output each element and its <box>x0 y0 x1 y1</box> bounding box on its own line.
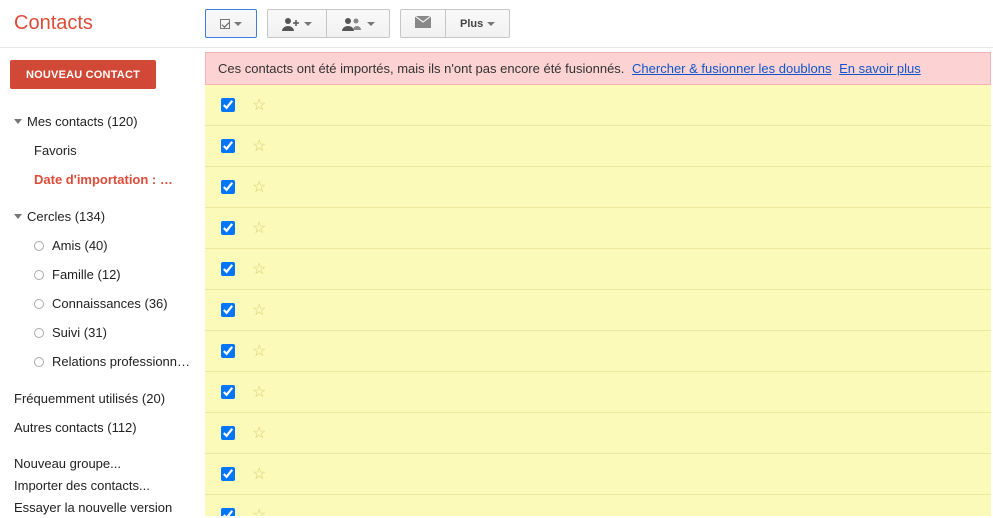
row-checkbox[interactable] <box>221 385 235 399</box>
envelope-icon <box>415 16 431 31</box>
sidebar-item-label: Famille (12) <box>52 267 121 282</box>
star-icon[interactable]: ☆ <box>252 423 266 443</box>
sidebar-actions: Nouveau groupe... Importer des contacts.… <box>10 452 205 518</box>
sidebar-item-label: Suivi (31) <box>52 325 107 340</box>
sidebar-item-circle[interactable]: Suivi (31) <box>10 318 205 347</box>
sidebar-item-label: Favoris <box>34 143 77 158</box>
sidebar-item-my-contacts[interactable]: Mes contacts (120) <box>10 107 205 136</box>
header: Contacts <box>0 0 993 48</box>
contact-row[interactable]: ☆ <box>205 331 991 372</box>
sidebar-item-import-date[interactable]: Date d'importation : … <box>10 165 205 194</box>
checkbox-icon <box>220 19 230 29</box>
banner-link-learn[interactable]: En savoir plus <box>839 61 921 76</box>
sidebar-action-try-new[interactable]: Essayer la nouvelle version <box>10 496 205 518</box>
contact-row[interactable]: ☆ <box>205 249 991 290</box>
toolbar: Plus <box>205 9 510 38</box>
contact-row[interactable]: ☆ <box>205 454 991 495</box>
more-actions-group: Plus <box>400 9 510 38</box>
main: Ces contacts ont été importés, mais ils … <box>205 48 993 516</box>
sidebar-item-circle[interactable]: Amis (40) <box>10 231 205 260</box>
contact-row[interactable]: ☆ <box>205 126 991 167</box>
star-icon[interactable]: ☆ <box>252 218 266 238</box>
email-button[interactable] <box>400 9 446 38</box>
star-icon[interactable]: ☆ <box>252 95 266 115</box>
sidebar-action-new-group[interactable]: Nouveau groupe... <box>10 452 205 474</box>
sidebar-item-circle[interactable]: Famille (12) <box>10 260 205 289</box>
star-icon[interactable]: ☆ <box>252 464 266 484</box>
contact-row[interactable]: ☆ <box>205 167 991 208</box>
contact-row[interactable]: ☆ <box>205 208 991 249</box>
row-checkbox[interactable] <box>221 262 235 276</box>
sidebar-item-circle[interactable]: Relations professionn… <box>10 347 205 376</box>
sidebar-item-other-contacts[interactable]: Autres contacts (112) <box>10 413 205 442</box>
chevron-down-icon <box>304 22 312 26</box>
chevron-down-icon <box>14 119 22 124</box>
nav-my-contacts-block: Mes contacts (120) Favoris Date d'import… <box>10 107 205 194</box>
chevron-down-icon <box>487 22 495 26</box>
sidebar-item-label: Mes contacts (120) <box>27 114 138 129</box>
circle-icon <box>34 357 44 367</box>
add-user-icon <box>282 17 300 31</box>
star-icon[interactable]: ☆ <box>252 136 266 156</box>
circle-icon <box>34 328 44 338</box>
star-icon[interactable]: ☆ <box>252 259 266 279</box>
groups-button[interactable] <box>327 9 390 38</box>
more-label: Plus <box>460 18 483 30</box>
circle-icon <box>34 299 44 309</box>
sidebar-item-label: Date d'importation : … <box>34 172 173 187</box>
select-all-dropdown[interactable] <box>205 9 257 38</box>
circles-children: Amis (40) Famille (12) Connaissances (36) S… <box>10 231 205 376</box>
star-icon[interactable]: ☆ <box>252 505 266 516</box>
row-checkbox[interactable] <box>221 344 235 358</box>
star-icon[interactable]: ☆ <box>252 300 266 320</box>
more-button[interactable]: Plus <box>446 9 510 38</box>
sidebar-item-circles[interactable]: Cercles (134) <box>10 202 205 231</box>
sidebar-item-label: Autres contacts (112) <box>14 420 137 435</box>
circle-icon <box>34 241 44 251</box>
star-icon[interactable]: ☆ <box>252 382 266 402</box>
sidebar-item-favorites[interactable]: Favoris <box>10 136 205 165</box>
sidebar-item-label: Cercles (134) <box>27 209 105 224</box>
contact-row[interactable]: ☆ <box>205 495 991 516</box>
sidebar-item-circle[interactable]: Connaissances (36) <box>10 289 205 318</box>
layout: NOUVEAU CONTACT Mes contacts (120) Favor… <box>0 48 993 516</box>
chevron-down-icon <box>14 214 22 219</box>
contact-row[interactable]: ☆ <box>205 290 991 331</box>
star-icon[interactable]: ☆ <box>252 177 266 197</box>
banner-text: Ces contacts ont été importés, mais ils … <box>218 61 624 76</box>
row-checkbox[interactable] <box>221 98 235 112</box>
row-checkbox[interactable] <box>221 221 235 235</box>
row-checkbox[interactable] <box>221 303 235 317</box>
sidebar-item-label: Essayer la nouvelle version <box>14 500 172 515</box>
row-checkbox[interactable] <box>221 467 235 481</box>
contact-row[interactable]: ☆ <box>205 85 991 126</box>
chevron-down-icon <box>234 22 242 26</box>
sidebar-action-import[interactable]: Importer des contacts... <box>10 474 205 496</box>
sidebar-item-label: Importer des contacts... <box>14 478 150 493</box>
banner-link-merge[interactable]: Chercher & fusionner les doublons <box>632 61 831 76</box>
sidebar-item-label: Fréquemment utilisés (20) <box>14 391 165 406</box>
circle-icon <box>34 270 44 280</box>
contact-rows: ☆ ☆ ☆ ☆ ☆ ☆ ☆ ☆ ☆ ☆ ☆ <box>205 85 991 516</box>
people-actions-group <box>267 9 390 38</box>
sidebar-item-frequent[interactable]: Fréquemment utilisés (20) <box>10 384 205 413</box>
contact-row[interactable]: ☆ <box>205 413 991 454</box>
row-checkbox[interactable] <box>221 180 235 194</box>
add-to-contacts-button[interactable] <box>267 9 327 38</box>
new-contact-button[interactable]: NOUVEAU CONTACT <box>10 60 156 89</box>
group-icon <box>341 17 363 31</box>
contact-row[interactable]: ☆ <box>205 372 991 413</box>
sidebar-item-label: Amis (40) <box>52 238 108 253</box>
row-checkbox[interactable] <box>221 139 235 153</box>
row-checkbox[interactable] <box>221 508 235 516</box>
sidebar: NOUVEAU CONTACT Mes contacts (120) Favor… <box>0 48 205 516</box>
row-checkbox[interactable] <box>221 426 235 440</box>
sidebar-item-label: Nouveau groupe... <box>14 456 121 471</box>
sidebar-item-label: Relations professionn… <box>52 354 190 369</box>
sidebar-item-label: Connaissances (36) <box>52 296 168 311</box>
star-icon[interactable]: ☆ <box>252 341 266 361</box>
app-title: Contacts <box>10 12 205 35</box>
chevron-down-icon <box>367 22 375 26</box>
merge-banner: Ces contacts ont été importés, mais ils … <box>205 52 991 85</box>
